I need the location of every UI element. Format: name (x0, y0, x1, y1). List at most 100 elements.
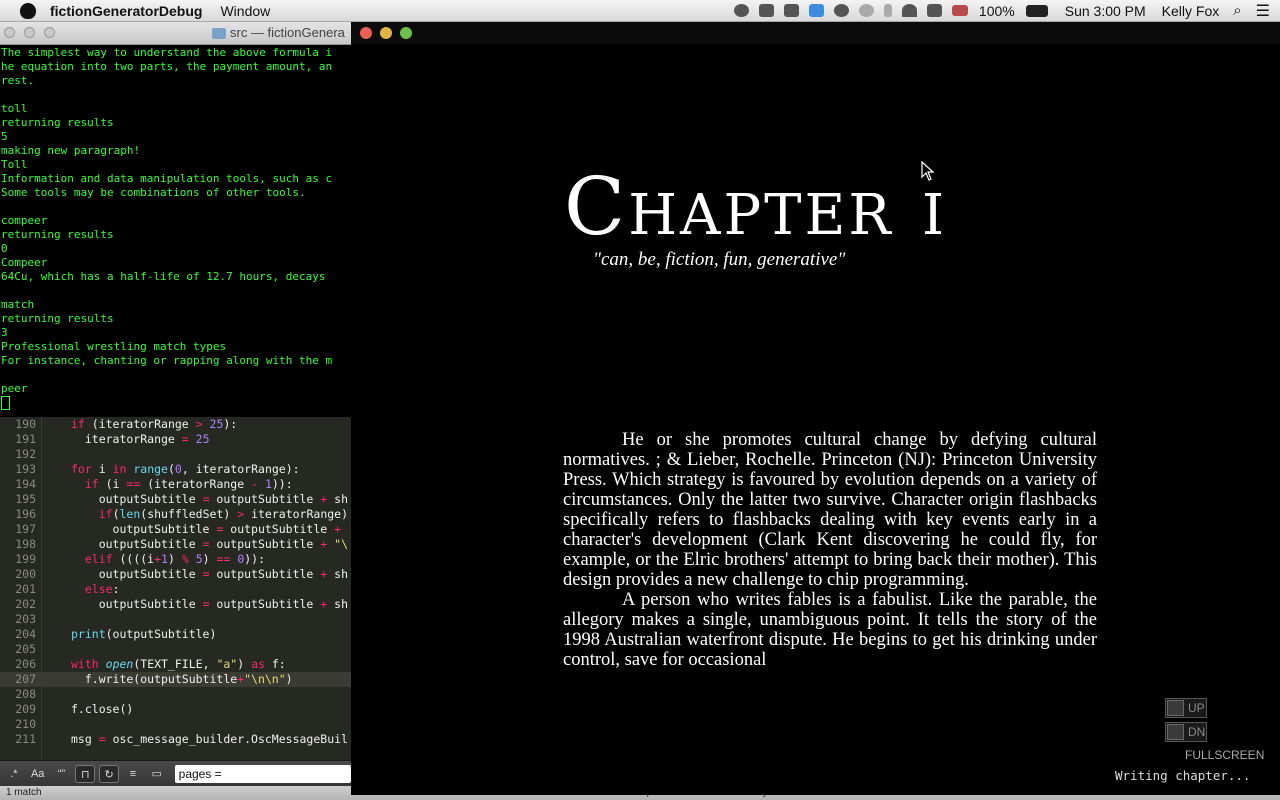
gear-icon[interactable] (858, 4, 874, 17)
minimize-button[interactable] (24, 27, 35, 38)
dropbox-icon[interactable] (808, 4, 824, 17)
terminal-output[interactable]: The simplest way to understand the above… (0, 45, 351, 410)
list-menu-icon[interactable]: ☰ (1256, 1, 1270, 21)
battery-icon[interactable] (1025, 4, 1048, 17)
zoom-button[interactable] (44, 27, 55, 38)
code-line[interactable]: 190 if (iteratorRange > 25): (0, 417, 351, 432)
folder-icon (212, 28, 226, 40)
code-line[interactable]: 208 (0, 687, 351, 702)
code-line[interactable]: 205 (0, 642, 351, 657)
line-number: 198 (15, 537, 36, 551)
regex-toggle-icon[interactable]: .* (4, 765, 24, 783)
line-number: 197 (15, 522, 36, 536)
terminal-line: For instance, chanting or rapping along … (1, 354, 333, 367)
code-line[interactable]: 206 with open(TEXT_FILE, "a") as f: (0, 657, 351, 672)
mouse-cursor-icon (921, 161, 935, 181)
code-line[interactable]: 198 outputSubtitle = outputSubtitle + "\ (0, 537, 351, 552)
code-line[interactable]: 194 if (i == (iteratorRange - 1)): (0, 477, 351, 492)
window-menu[interactable]: Window (220, 3, 270, 19)
terminal-line: Professional wrestling match types (1, 340, 227, 353)
status-menus: 100% Sun 3:00 PM Kelly Fox ⌕ ☰ (729, 0, 1280, 21)
paragraph: A person who writes fables is a fabulist… (563, 590, 1097, 670)
terminal-line: Information and data manipulation tools,… (1, 172, 333, 185)
code-line[interactable]: 203 (0, 612, 351, 627)
wifi-icon[interactable] (901, 4, 917, 17)
spotlight-search-icon[interactable]: ⌕ (1233, 2, 1241, 19)
battery-percent: 100% (978, 2, 1015, 19)
clock[interactable]: Sun 3:00 PM (1065, 3, 1146, 19)
in-selection-toggle-icon[interactable]: ⊓ (75, 765, 96, 783)
app-menu[interactable]: fictionGeneratorDebug (50, 3, 202, 19)
code-editor[interactable]: 190 if (iteratorRange > 25): 191 iterator… (0, 417, 351, 760)
user-name[interactable]: Kelly Fox (1162, 3, 1220, 19)
close-button[interactable] (4, 27, 15, 38)
app-status-icon[interactable] (783, 4, 799, 17)
terminal-line: making new paragraph! (1, 144, 141, 157)
volume-icon[interactable] (926, 4, 942, 17)
code-line[interactable]: 191 iteratorRange = 25 (0, 432, 351, 447)
highlight-matches-toggle-icon[interactable]: ≡ (123, 765, 143, 783)
terminal-line: 0 (1, 242, 8, 255)
code-line[interactable]: 202 outputSubtitle = outputSubtitle + sh (0, 597, 351, 612)
line-number: 194 (15, 477, 36, 491)
case-sensitive-toggle-icon[interactable]: Aa (28, 765, 48, 783)
terminal-line: he equation into two parts, the payment … (1, 60, 333, 73)
line-number: 205 (15, 642, 36, 656)
line-number: 209 (15, 702, 36, 716)
code-line-current[interactable]: 207 f.write(outputSubtitle+"\n\n") (0, 672, 351, 687)
find-input[interactable] (174, 765, 351, 783)
chapter-title: Chapter i (564, 160, 948, 253)
asterisk-icon[interactable] (833, 4, 849, 17)
code-line[interactable]: 210 (0, 717, 351, 732)
code-line[interactable]: 193 for i in range(0, iteratorRange): (0, 462, 351, 477)
flag-icon[interactable] (951, 5, 968, 16)
terminal-line: rest. (1, 74, 35, 87)
apple-menu-icon[interactable] (20, 2, 36, 19)
code-line[interactable]: 199 elif ((((i+1) % 5) == 0)): (0, 552, 351, 567)
line-number: 196 (15, 507, 36, 521)
line-number: 192 (15, 447, 36, 461)
terminal-window: src — fictionGenera The simplest way to … (0, 22, 351, 417)
code-line[interactable]: 204 print(outputSubtitle) (0, 627, 351, 642)
down-checkbox-icon (1167, 724, 1184, 740)
wrap-toggle-icon[interactable]: ↻ (99, 765, 120, 783)
code-line[interactable]: 196 if(len(shuffledSet) > iteratorRange) (0, 507, 351, 522)
bluetooth-icon[interactable] (883, 4, 892, 17)
terminal-line: returning results (1, 312, 114, 325)
code-line[interactable]: 209 f.close() (0, 702, 351, 717)
code-line[interactable]: 200 outputSubtitle = outputSubtitle + sh (0, 567, 351, 582)
terminal-line: 5 (1, 130, 8, 143)
minimize-button[interactable] (380, 27, 392, 39)
terminal-line: match (1, 298, 35, 311)
terminal-cursor (1, 396, 10, 410)
up-label: UP (1188, 701, 1205, 715)
fullscreen-button[interactable]: FULLSCREEN (1185, 748, 1264, 762)
terminal-line: 3 (1, 326, 8, 339)
zoom-button[interactable] (400, 27, 412, 39)
drive-icon[interactable] (758, 4, 774, 17)
terminal-titlebar[interactable]: src — fictionGenera (0, 22, 351, 45)
line-number: 203 (15, 612, 36, 626)
line-number: 200 (15, 567, 36, 581)
whole-word-toggle-icon[interactable]: “” (52, 765, 72, 783)
terminal-line: Compeer (1, 256, 48, 269)
code-line[interactable]: 192 (0, 447, 351, 462)
line-number: 206 (15, 657, 36, 671)
scroll-up-button[interactable]: UP (1165, 698, 1207, 718)
code-line[interactable]: 197 outputSubtitle = outputSubtitle + (0, 522, 351, 537)
line-number: 201 (15, 582, 36, 596)
notification-icon[interactable] (733, 4, 749, 17)
line-number: 207 (15, 672, 36, 686)
menu-bar: fictionGeneratorDebug Window 100% Sun 3:… (0, 0, 1280, 22)
line-number: 208 (15, 687, 36, 701)
chapter-body: He or she promotes cultural change by de… (563, 430, 1097, 670)
preserve-case-toggle-icon[interactable]: ▭ (147, 765, 167, 783)
terminal-title-text: src — fictionGenera (230, 25, 345, 40)
fiction-titlebar[interactable] (351, 22, 1280, 44)
code-line[interactable]: 211 msg = osc_message_builder.OscMessageB… (0, 732, 351, 747)
code-line[interactable]: 201 else: (0, 582, 351, 597)
scroll-down-button[interactable]: DN (1165, 722, 1207, 742)
close-button[interactable] (360, 27, 372, 39)
code-line[interactable]: 195 outputSubtitle = outputSubtitle + sh (0, 492, 351, 507)
terminal-line: compeer (1, 214, 48, 227)
